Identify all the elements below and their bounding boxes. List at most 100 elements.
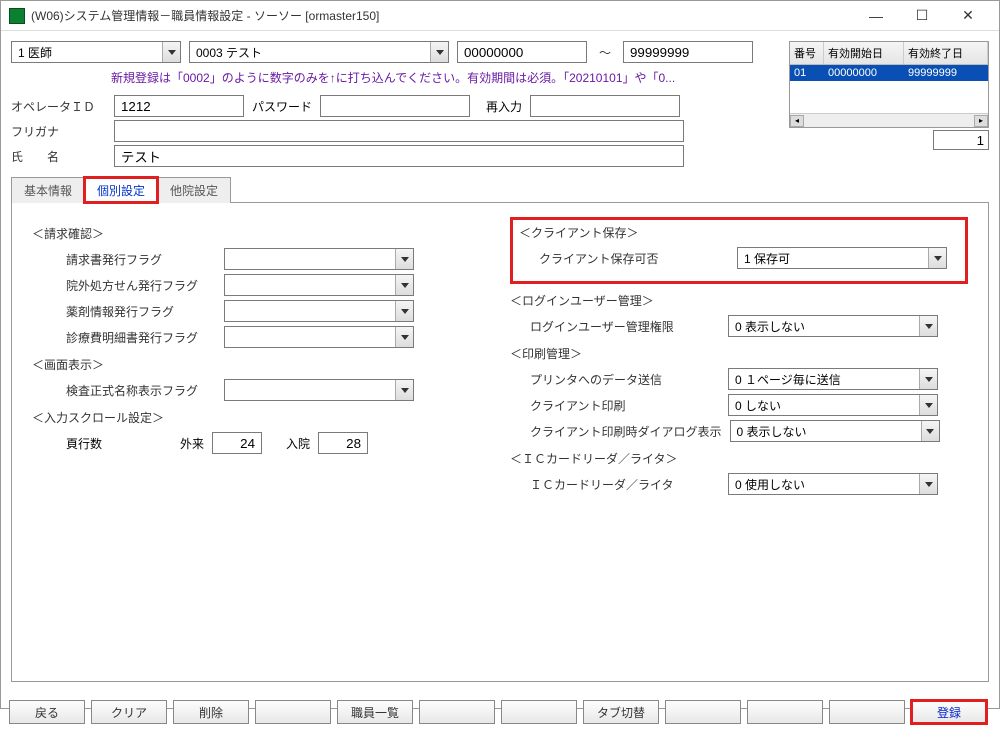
reenter-input[interactable] (530, 95, 680, 117)
chevron-down-icon (395, 380, 413, 400)
client-save-value: 1 保存可 (738, 250, 796, 267)
chevron-down-icon (395, 275, 413, 295)
role-combo[interactable]: 1 医師 (11, 41, 181, 63)
furigana-input[interactable] (114, 120, 684, 142)
col-no: 番号 (790, 42, 824, 64)
minimize-button[interactable]: — (853, 1, 899, 31)
detail-flag-label: 診療費明細書発行フラグ (66, 329, 216, 346)
col-from: 有効開始日 (824, 42, 904, 64)
maximize-button[interactable]: ☐ (899, 1, 945, 31)
chevron-down-icon (395, 301, 413, 321)
tab-individual[interactable]: 個別設定 (84, 177, 158, 203)
reenter-label: 再入力 (478, 98, 522, 115)
register-button[interactable]: 登録 (911, 700, 987, 724)
client-print-dialog-combo[interactable]: 0 表示しない (730, 420, 940, 442)
chevron-down-icon (921, 421, 939, 441)
left-column: ＜請求確認＞ 請求書発行フラグ 院外処方せん発行フラグ 薬剤情報発行フラグ 診療… (32, 217, 490, 667)
delete-button[interactable]: 削除 (173, 700, 249, 724)
empty-button-4[interactable] (665, 700, 741, 724)
scroll-left-icon[interactable]: ◂ (790, 115, 804, 127)
range-to-input[interactable] (623, 41, 753, 63)
window-controls: — ☐ ✕ (853, 1, 991, 31)
section-ic: ＜ＩＣカードリーダ／ライタ＞ (510, 450, 968, 467)
range-from-input[interactable] (457, 41, 587, 63)
h-scrollbar[interactable]: ◂ ▸ (790, 113, 988, 127)
back-button[interactable]: 戻る (9, 700, 85, 724)
right-column: ＜クライアント保存＞ クライアント保存可否 1 保存可 ＜ログインユーザー管理＞… (510, 217, 968, 667)
cell-to: 99999999 (904, 65, 988, 81)
chevron-down-icon (919, 316, 937, 336)
printer-send-value: 0 １ページ毎に送信 (729, 371, 847, 388)
code-combo-value: 0003 テスト (190, 44, 268, 61)
empty-button-5[interactable] (747, 700, 823, 724)
login-perm-combo[interactable]: 0 表示しない (728, 315, 938, 337)
nyuin-label: 入院 (270, 435, 310, 452)
client-print-dialog-label: クライアント印刷時ダイアログ表示 (530, 423, 722, 440)
client-save-label: クライアント保存可否 (539, 250, 729, 267)
scroll-right-icon[interactable]: ▸ (974, 115, 988, 127)
nyuin-input[interactable] (318, 432, 368, 454)
chevron-down-icon (928, 248, 946, 268)
printer-send-label: プリンタへのデータ送信 (530, 371, 720, 388)
client-print-label: クライアント印刷 (530, 397, 720, 414)
table-row[interactable]: 01 00000000 99999999 (790, 65, 988, 81)
side-panel: 番号 有効開始日 有効終了日 01 00000000 99999999 ◂ ▸ (789, 41, 989, 150)
detail-flag-combo[interactable] (224, 326, 414, 348)
content-area: 1 医師 0003 テスト ～ 新規登録は「0002」のように数字のみを↑に打ち… (1, 31, 999, 692)
section-client: ＜クライアント保存＞ (519, 224, 959, 241)
section-billing: ＜請求確認＞ (32, 225, 490, 242)
client-print-value: 0 しない (729, 397, 787, 414)
empty-button-3[interactable] (501, 700, 577, 724)
bill-flag-label: 請求書発行フラグ (66, 251, 216, 268)
operator-id-label: オペレータＩＤ (11, 98, 106, 115)
outrx-flag-label: 院外処方せん発行フラグ (66, 277, 216, 294)
outrx-flag-combo[interactable] (224, 274, 414, 296)
printer-send-combo[interactable]: 0 １ページ毎に送信 (728, 368, 938, 390)
ic-reader-value: 0 使用しない (729, 476, 811, 493)
col-to: 有効終了日 (904, 42, 988, 64)
bill-flag-combo[interactable] (224, 248, 414, 270)
client-print-combo[interactable]: 0 しない (728, 394, 938, 416)
staff-list-button[interactable]: 職員一覧 (337, 700, 413, 724)
tab-other-hospital[interactable]: 他院設定 (157, 177, 231, 203)
window-title: (W06)システム管理情報－職員情報設定 - ソーソー [ormaster150… (31, 7, 853, 24)
login-perm-label: ログインユーザー管理権限 (530, 318, 720, 335)
close-button[interactable]: ✕ (945, 1, 991, 31)
password-label: パスワード (252, 98, 312, 115)
chevron-down-icon (919, 395, 937, 415)
chevron-down-icon (395, 327, 413, 347)
section-scroll: ＜入力スクロール設定＞ (32, 409, 490, 426)
section-login: ＜ログインユーザー管理＞ (510, 292, 968, 309)
druginfo-flag-combo[interactable] (224, 300, 414, 322)
client-print-dialog-value: 0 表示しない (731, 423, 813, 440)
tab-basic[interactable]: 基本情報 (11, 177, 85, 203)
gairai-input[interactable] (212, 432, 262, 454)
row-counter-input[interactable] (933, 130, 989, 150)
name-input[interactable] (114, 145, 684, 167)
ic-reader-label: ＩＣカードリーダ／ライタ (530, 476, 720, 493)
app-icon (9, 8, 25, 24)
empty-button-1[interactable] (255, 700, 331, 724)
gairai-label: 外来 (134, 435, 204, 452)
bottom-toolbar: 戻る クリア 削除 職員一覧 タブ切替 登録 (1, 692, 999, 734)
testname-flag-label: 検査正式名称表示フラグ (66, 382, 216, 399)
code-combo[interactable]: 0003 テスト (189, 41, 449, 63)
operator-id-input[interactable] (114, 95, 244, 117)
empty-button-2[interactable] (419, 700, 495, 724)
name-label: 氏 名 (11, 148, 106, 165)
client-save-combo[interactable]: 1 保存可 (737, 247, 947, 269)
ic-reader-combo[interactable]: 0 使用しない (728, 473, 938, 495)
tab-switch-button[interactable]: タブ切替 (583, 700, 659, 724)
tab-strip: 基本情報 個別設定 他院設定 (11, 176, 989, 202)
client-save-highlight: ＜クライアント保存＞ クライアント保存可否 1 保存可 (510, 217, 968, 284)
empty-button-6[interactable] (829, 700, 905, 724)
testname-flag-combo[interactable] (224, 379, 414, 401)
section-display: ＜画面表示＞ (32, 356, 490, 373)
clear-button[interactable]: クリア (91, 700, 167, 724)
cell-no: 01 (790, 65, 824, 81)
chevron-down-icon (430, 42, 448, 62)
cell-from: 00000000 (824, 65, 904, 81)
range-tilde: ～ (595, 44, 615, 61)
role-combo-value: 1 医師 (12, 44, 58, 61)
password-input[interactable] (320, 95, 470, 117)
